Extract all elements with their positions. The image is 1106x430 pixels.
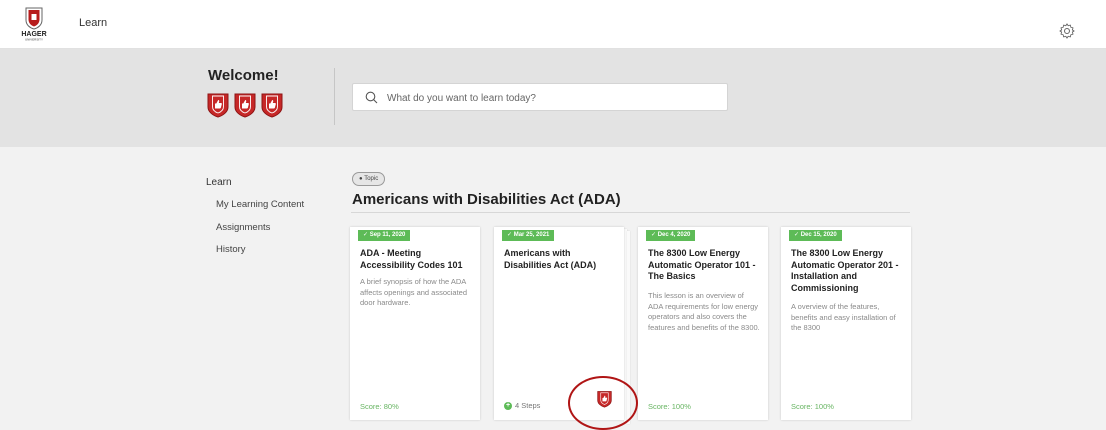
section-title: Americans with Disabilities Act (ADA): [352, 191, 621, 208]
course-steps: + 4 Steps: [504, 401, 540, 410]
search-box[interactable]: [352, 83, 728, 111]
thumbs-up-badge-icon[interactable]: [207, 92, 229, 118]
course-title[interactable]: The 8300 Low Energy Automatic Operator 2…: [791, 248, 903, 294]
thumbs-up-badge-icon[interactable]: [261, 92, 283, 118]
course-description: This lesson is an overview of ADA requir…: [648, 291, 760, 332]
course-card[interactable]: ✓ Dec 15, 2020 The 8300 Low Energy Autom…: [781, 227, 911, 420]
course-score: Score: 100%: [648, 402, 691, 411]
welcome-heading: Welcome!: [208, 67, 279, 84]
course-title[interactable]: Americans with Disabilities Act (ADA): [504, 248, 616, 271]
section-divider: [351, 212, 910, 213]
completion-date-badge: ✓ Sep 11, 2020: [358, 230, 411, 241]
topic-tag[interactable]: ● Topic: [352, 172, 386, 186]
completion-date-badge: ✓ Dec 15, 2020: [789, 230, 842, 241]
achievement-badges: [207, 92, 283, 118]
sidebar-item-assignments[interactable]: Assignments: [216, 222, 270, 233]
course-description: A overview of the features, benefits and…: [791, 302, 896, 332]
search-icon: [365, 91, 378, 104]
course-title[interactable]: The 8300 Low Energy Automatic Operator 1…: [648, 248, 760, 283]
sidebar-item-my-learning-content[interactable]: My Learning Content: [216, 199, 304, 210]
course-score: Score: 80%: [360, 402, 399, 411]
completion-date-badge: ✓ Dec 4, 2020: [646, 230, 696, 241]
search-input[interactable]: [385, 88, 719, 108]
nav-learn-link[interactable]: Learn: [79, 17, 107, 29]
topic-tag-label: Topic: [364, 176, 379, 182]
course-title[interactable]: ADA - Meeting Accessibility Codes 101: [360, 248, 472, 271]
top-bar: HAGER UNIVERSITY Learn: [0, 0, 1106, 49]
highlight-annotation-circle: [568, 376, 638, 430]
sidebar-title: Learn: [206, 177, 232, 188]
completion-date-badge: ✓ Mar 25, 2021: [502, 230, 555, 241]
tag-icon: ●: [359, 176, 363, 182]
plus-circle-icon: +: [504, 401, 512, 410]
course-description: A brief synopsis of how the ADA affects …: [360, 277, 468, 307]
welcome-banner: Welcome!: [0, 49, 1106, 147]
course-card[interactable]: ✓ Sep 11, 2020 ADA - Meeting Accessibili…: [350, 227, 480, 420]
course-score: Score: 100%: [791, 402, 834, 411]
steps-label: 4 Steps: [515, 401, 541, 410]
logo-subtext: UNIVERSITY: [25, 38, 43, 42]
gear-icon[interactable]: [1058, 22, 1076, 40]
sidebar-item-history[interactable]: History: [216, 244, 246, 255]
course-card[interactable]: ✓ Dec 4, 2020 The 8300 Low Energy Automa…: [638, 227, 768, 420]
thumbs-up-badge-icon[interactable]: [234, 92, 256, 118]
hero-divider: [334, 68, 335, 125]
hager-university-logo[interactable]: HAGER UNIVERSITY: [18, 6, 50, 42]
